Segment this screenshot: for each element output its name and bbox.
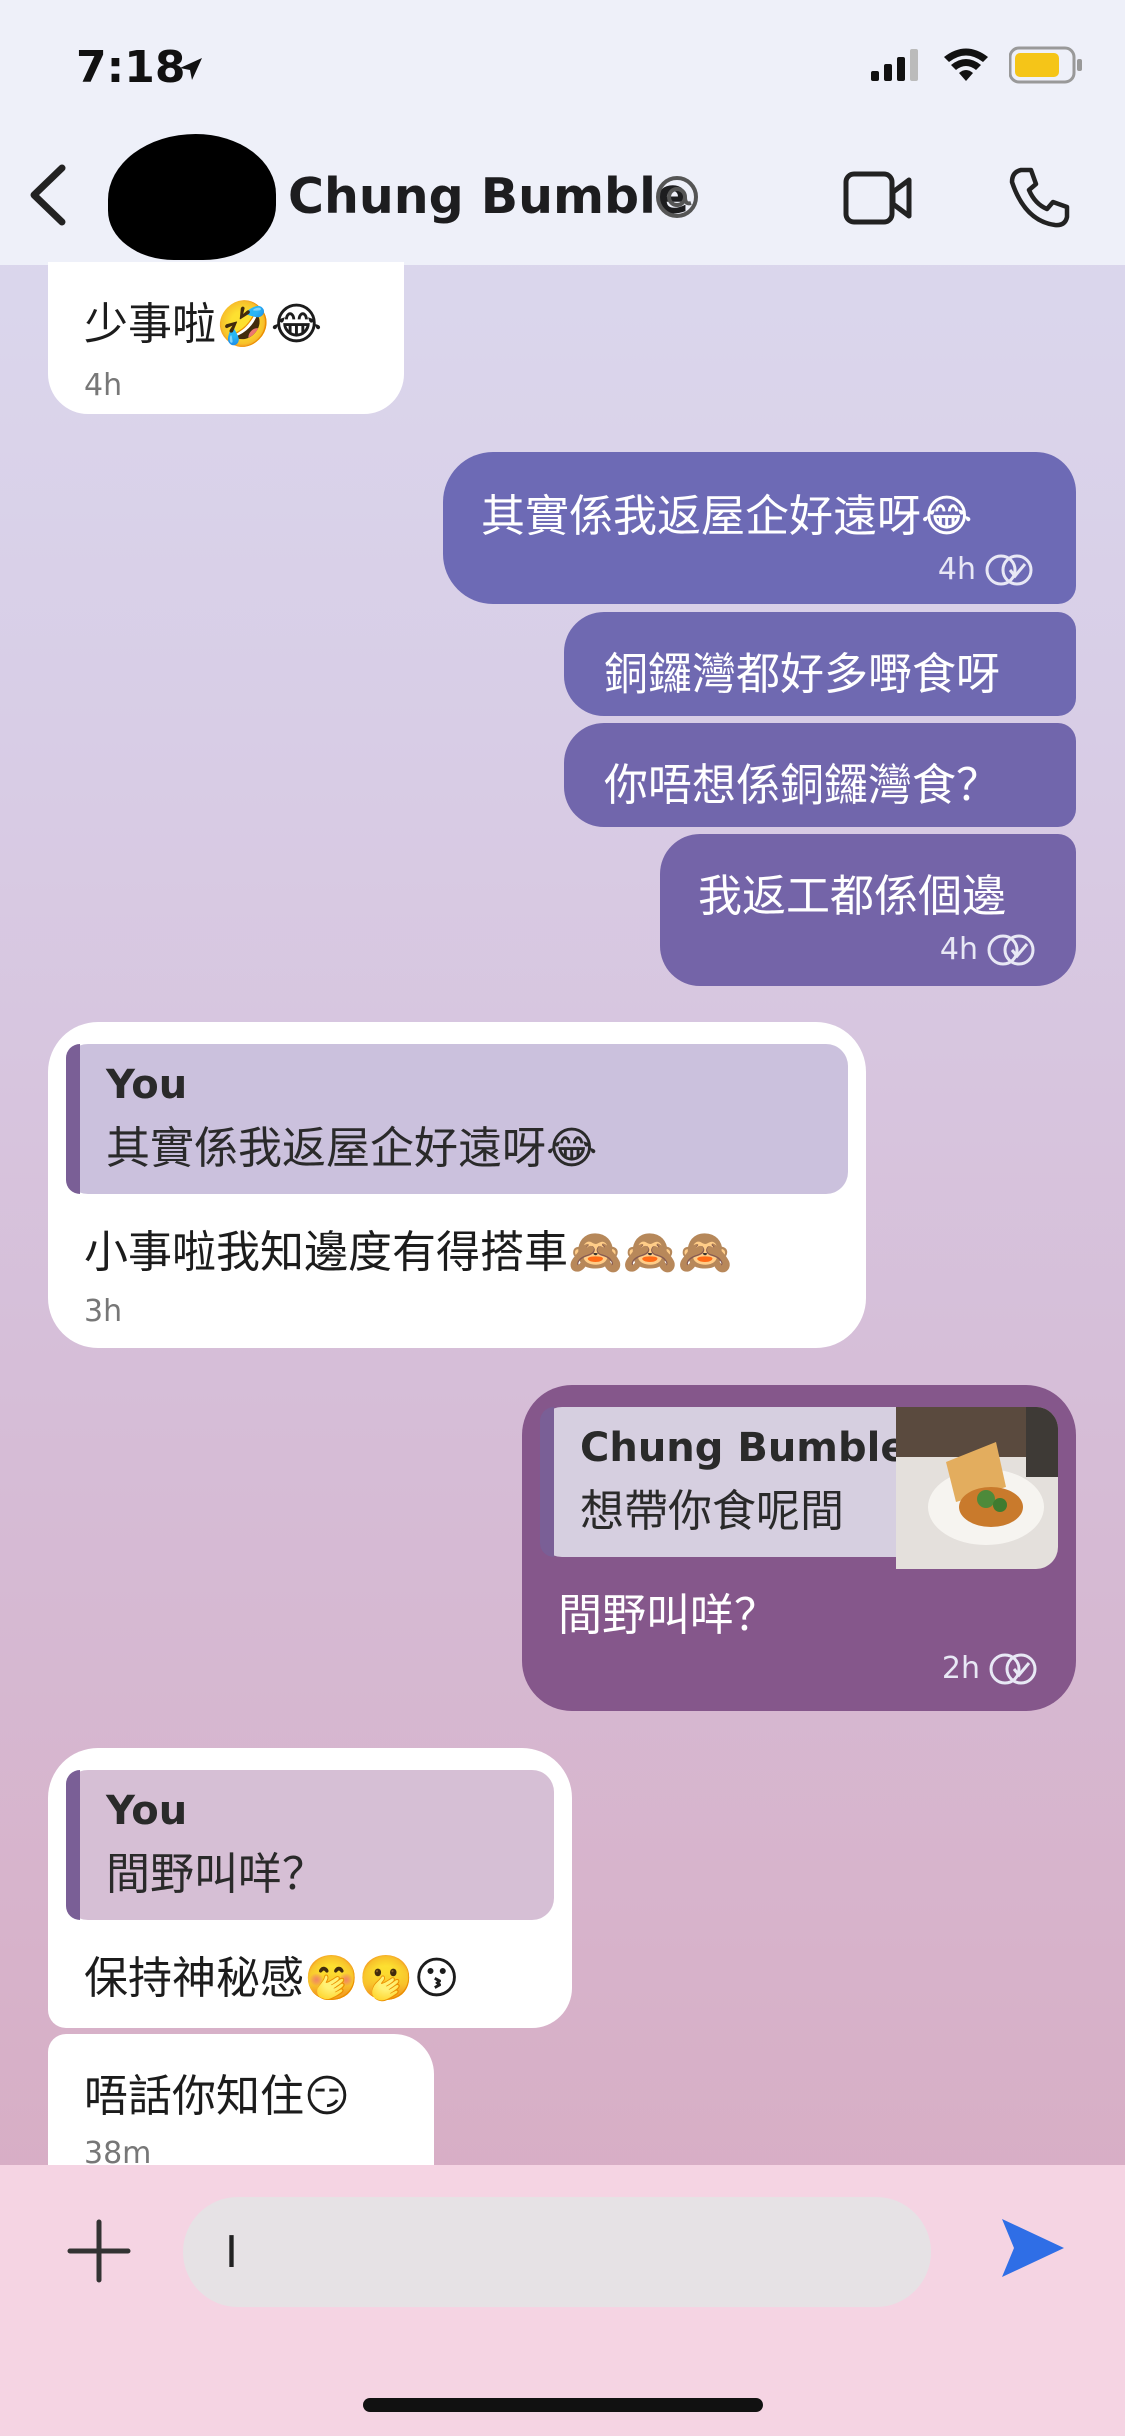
location-arrow-icon: [180, 58, 202, 80]
phone-call-button[interactable]: [1007, 166, 1071, 230]
incoming-message[interactable]: 少事啦🤣😂 4h: [48, 262, 404, 414]
wifi-icon: [944, 48, 988, 81]
read-receipt-icon: [987, 934, 1035, 965]
video-call-button[interactable]: [843, 168, 913, 228]
status-time: 7:18: [76, 42, 186, 93]
quote-author: You: [106, 1788, 188, 1834]
message-time: 4h: [937, 552, 976, 587]
contact-name[interactable]: Chung Bumble: [288, 168, 689, 225]
message-text: 少事啦🤣😂: [84, 299, 323, 350]
message-text: 銅鑼灣都好多嘢食呀: [604, 649, 1000, 700]
message-time: 4h: [939, 932, 978, 967]
outgoing-reply-message[interactable]: Chung Bumble 想帶你食呢間 間野叫咩？ 2h: [522, 1385, 1076, 1711]
message-status: 2h: [540, 1651, 1058, 1686]
cellular-signal-icon: [871, 49, 918, 81]
battery-icon: [1009, 46, 1082, 84]
home-indicator: [363, 2398, 763, 2412]
message-text: 間野叫咩？: [558, 1590, 778, 1641]
message-time: 2h: [941, 1651, 980, 1686]
quoted-message[interactable]: You 間野叫咩？: [66, 1770, 554, 1920]
status-indicators: [871, 46, 1083, 84]
message-text: 我返工都係個邊: [698, 871, 1006, 922]
incoming-reply-message[interactable]: You 間野叫咩？ 保持神秘感🤭🫢😗: [48, 1748, 572, 2028]
outgoing-message[interactable]: 我返工都係個邊 4h: [660, 834, 1076, 986]
message-time: 4h: [84, 368, 123, 403]
message-input-value: I: [225, 2227, 238, 2278]
read-receipt-icon: [985, 554, 1033, 585]
avatar[interactable]: [108, 134, 276, 260]
message-status: 4h: [481, 552, 1036, 587]
message-text: 你唔想係銅鑼灣食？: [604, 760, 1000, 811]
message-text: 小事啦我知邊度有得搭車🙈🙈🙈: [84, 1227, 733, 1278]
food-photo-thumbnail: [896, 1407, 1058, 1569]
message-text: 其實係我返屋企好遠呀😂: [481, 491, 973, 542]
quote-author: You: [106, 1062, 188, 1108]
incoming-message[interactable]: 唔話你知住😏 38m: [48, 2034, 434, 2184]
quoted-message[interactable]: You 其實係我返屋企好遠呀😂: [66, 1044, 848, 1194]
outgoing-message[interactable]: 你唔想係銅鑼灣食？: [564, 723, 1076, 827]
message-status: 4h: [698, 932, 1038, 967]
message-input[interactable]: I: [183, 2197, 931, 2307]
quote-text: 間野叫咩？: [106, 1849, 326, 1900]
message-text: 保持神秘感🤭🫢😗: [84, 1953, 460, 2004]
quoted-message[interactable]: Chung Bumble 想帶你食呢間: [540, 1407, 1058, 1569]
message-text: 唔話你知住😏: [84, 2071, 350, 2122]
add-attachment-button[interactable]: [66, 2218, 132, 2284]
profile-verified-icon: [656, 176, 698, 218]
message-time: 3h: [84, 1294, 123, 1329]
incoming-reply-message[interactable]: You 其實係我返屋企好遠呀😂 小事啦我知邊度有得搭車🙈🙈🙈 3h: [48, 1022, 866, 1348]
outgoing-message[interactable]: 銅鑼灣都好多嘢食呀: [564, 612, 1076, 716]
outgoing-message[interactable]: 其實係我返屋企好遠呀😂 4h: [443, 452, 1076, 604]
read-receipt-icon: [989, 1653, 1037, 1684]
quote-text: 其實係我返屋企好遠呀😂: [106, 1123, 598, 1174]
send-button[interactable]: [1000, 2215, 1066, 2281]
back-button[interactable]: [22, 160, 82, 230]
